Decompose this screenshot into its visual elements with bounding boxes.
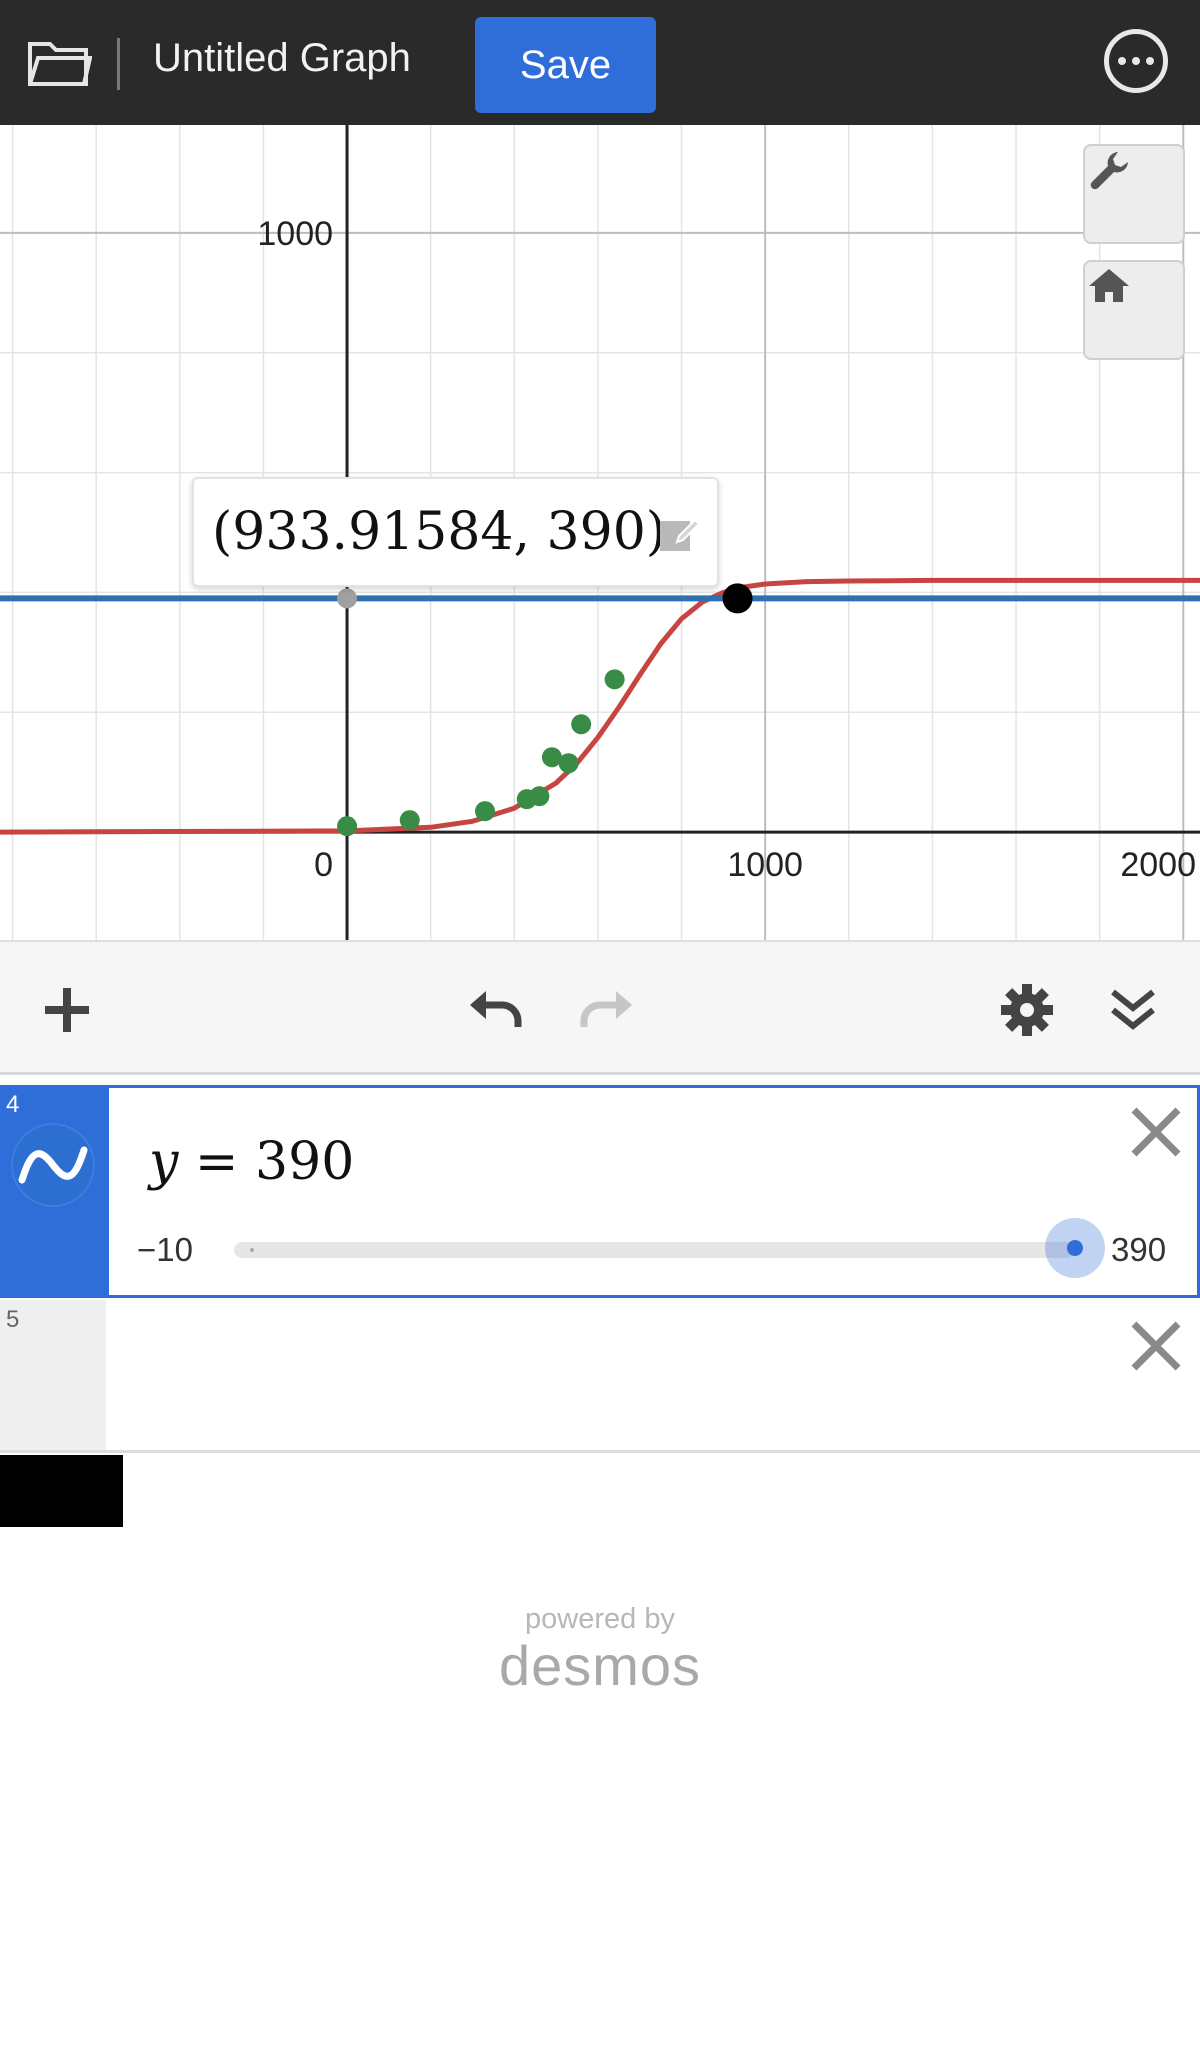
x-tick-label: 2000 [1120, 846, 1196, 884]
save-button[interactable]: Save [475, 17, 656, 113]
expression-math[interactable]: y = 390 [149, 1132, 354, 1192]
black-redaction-box [0, 1455, 123, 1527]
slider-track[interactable] [234, 1242, 1074, 1258]
top-bar: Untitled Graph Save [0, 0, 1200, 125]
graph-paper[interactable]: 0 1000 2000 1000 (933.91584, 390) [0, 125, 1200, 940]
expression-index: 4 [6, 1091, 20, 1118]
axis-intercept-point [337, 588, 358, 609]
home-icon[interactable] [1083, 260, 1185, 360]
math-operator: = [178, 1132, 256, 1192]
undo-icon[interactable] [466, 979, 528, 1041]
data-point [399, 810, 420, 831]
graph-title[interactable]: Untitled Graph [153, 36, 411, 81]
wrench-icon[interactable] [1083, 144, 1185, 244]
data-point [475, 801, 496, 822]
data-point [337, 816, 358, 837]
slider-max[interactable]: 390 [1111, 1231, 1166, 1269]
slider-min[interactable]: −10 [137, 1231, 193, 1269]
folder-icon[interactable] [26, 32, 93, 92]
expression-index: 5 [6, 1306, 20, 1333]
delete-expression-icon[interactable] [1128, 1104, 1184, 1160]
expression-row-5[interactable]: 5 [0, 1300, 1200, 1453]
expression-gutter: 5 [0, 1300, 106, 1450]
data-point [604, 669, 625, 690]
data-point [529, 786, 550, 807]
redo-icon[interactable] [574, 979, 636, 1041]
gear-icon[interactable] [996, 979, 1058, 1041]
expression-input[interactable] [106, 1300, 1200, 1450]
y-tick-label: 1000 [257, 215, 333, 253]
math-lhs: y [149, 1132, 179, 1192]
powered-by-label: powered by [525, 1603, 675, 1635]
curve-style-icon[interactable] [11, 1123, 95, 1207]
expression-gutter: 4 [0, 1085, 106, 1298]
x-tick-label: 1000 [727, 846, 803, 884]
data-point [571, 714, 592, 735]
edit-label-icon[interactable] [657, 512, 701, 556]
expression-body[interactable]: y = 390 −10 390 [106, 1085, 1200, 1298]
more-icon[interactable] [1104, 29, 1168, 93]
expression-toolbar [0, 940, 1200, 1075]
slider-thumb[interactable] [1045, 1218, 1105, 1278]
x-tick-label: 0 [314, 846, 333, 884]
data-point [558, 753, 579, 774]
expression-row-4[interactable]: 4 y = 390 −10 390 [0, 1085, 1200, 1298]
delete-expression-icon[interactable] [1128, 1318, 1184, 1374]
intersection-point [722, 583, 753, 614]
math-value: 390 [255, 1132, 355, 1192]
add-icon[interactable] [36, 979, 98, 1041]
collapse-icon[interactable] [1102, 979, 1164, 1041]
header-divider [117, 38, 120, 90]
slider-start-tick [250, 1248, 254, 1252]
coordinate-tooltip[interactable]: (933.91584, 390) [192, 477, 719, 587]
coordinate-label: (933.91584, 390) [212, 502, 667, 562]
desmos-logo[interactable]: desmos [0, 1633, 1200, 1698]
